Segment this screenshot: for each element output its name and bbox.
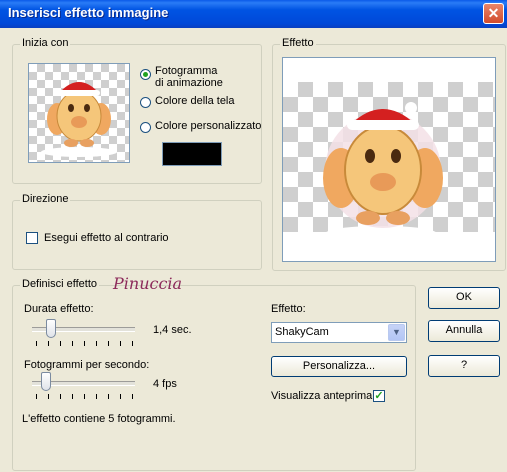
close-icon: ✕: [487, 5, 500, 21]
title-bar: Inserisci effetto immagine ✕: [0, 0, 507, 28]
start-with-group: Inizia con Fotogramma di animazione Colo…: [12, 37, 262, 184]
ok-button-label: OK: [456, 291, 472, 303]
radio-canvas-color-label: Colore della tela: [155, 95, 235, 107]
effect-preview-legend: Effetto: [280, 37, 316, 49]
check-icon: ✓: [374, 390, 384, 402]
fps-value: 4 fps: [153, 378, 177, 390]
ok-button[interactable]: OK: [428, 287, 500, 309]
window-title: Inserisci effetto immagine: [8, 5, 169, 20]
effect-preview-frame: [282, 57, 496, 262]
close-button[interactable]: ✕: [483, 3, 504, 24]
chevron-down-icon[interactable]: ▼: [388, 324, 405, 341]
define-effect-group: Definisci effetto Durata effetto: 1,4 se…: [12, 278, 416, 471]
direction-legend: Direzione: [20, 193, 71, 205]
watermark-text: Pinuccia: [113, 274, 183, 293]
cancel-button-label: Annulla: [445, 324, 483, 336]
help-button-label: ?: [460, 359, 468, 371]
radio-animation-frame[interactable]: [140, 69, 151, 80]
direction-group: Direzione Esegui effetto al contrario: [12, 193, 262, 270]
radio-canvas-color[interactable]: [140, 97, 151, 108]
frame-count-info: L'effetto contiene 5 fotogrammi.: [22, 413, 176, 425]
radio-custom-color[interactable]: [140, 122, 151, 133]
duration-value: 1,4 sec.: [153, 324, 192, 336]
effect-preview-group: Effetto: [272, 37, 506, 271]
sheep-thumbnail: [41, 82, 117, 157]
dialog-body: Inizia con Fotogramma di animazione Colo…: [0, 28, 507, 472]
reverse-effect-checkbox[interactable]: [26, 232, 38, 244]
custom-color-swatch[interactable]: [162, 142, 222, 166]
effect-type-select[interactable]: ShakyCam ▼: [271, 322, 407, 343]
radio-animation-frame-label: Fotogramma di animazione: [155, 65, 223, 89]
radio-custom-color-label: Colore personalizzato: [155, 120, 262, 132]
help-button[interactable]: ?: [428, 355, 500, 377]
duration-label: Durata effetto:: [24, 303, 94, 315]
duration-slider-thumb[interactable]: [46, 319, 56, 338]
fps-slider-ticks: [36, 394, 136, 400]
customize-button-label: Personalizza...: [302, 360, 376, 372]
sheep-effect-preview: [323, 102, 443, 240]
cancel-button[interactable]: Annulla: [428, 320, 500, 342]
start-frame-preview: [28, 63, 130, 163]
effect-type-value: ShakyCam: [275, 326, 329, 338]
reverse-effect-label: Esegui effetto al contrario: [44, 232, 169, 244]
show-preview-label: Visualizza anteprima: [271, 390, 373, 402]
show-preview-checkbox[interactable]: ✓: [373, 390, 385, 402]
define-effect-legend: Definisci effetto: [20, 278, 100, 290]
effect-type-label: Effetto:: [271, 303, 306, 315]
customize-button[interactable]: Personalizza...: [271, 356, 407, 377]
fps-label: Fotogrammi per secondo:: [24, 359, 150, 371]
duration-slider-ticks: [36, 341, 136, 347]
start-with-legend: Inizia con: [20, 37, 71, 49]
fps-slider-thumb[interactable]: [41, 372, 51, 391]
